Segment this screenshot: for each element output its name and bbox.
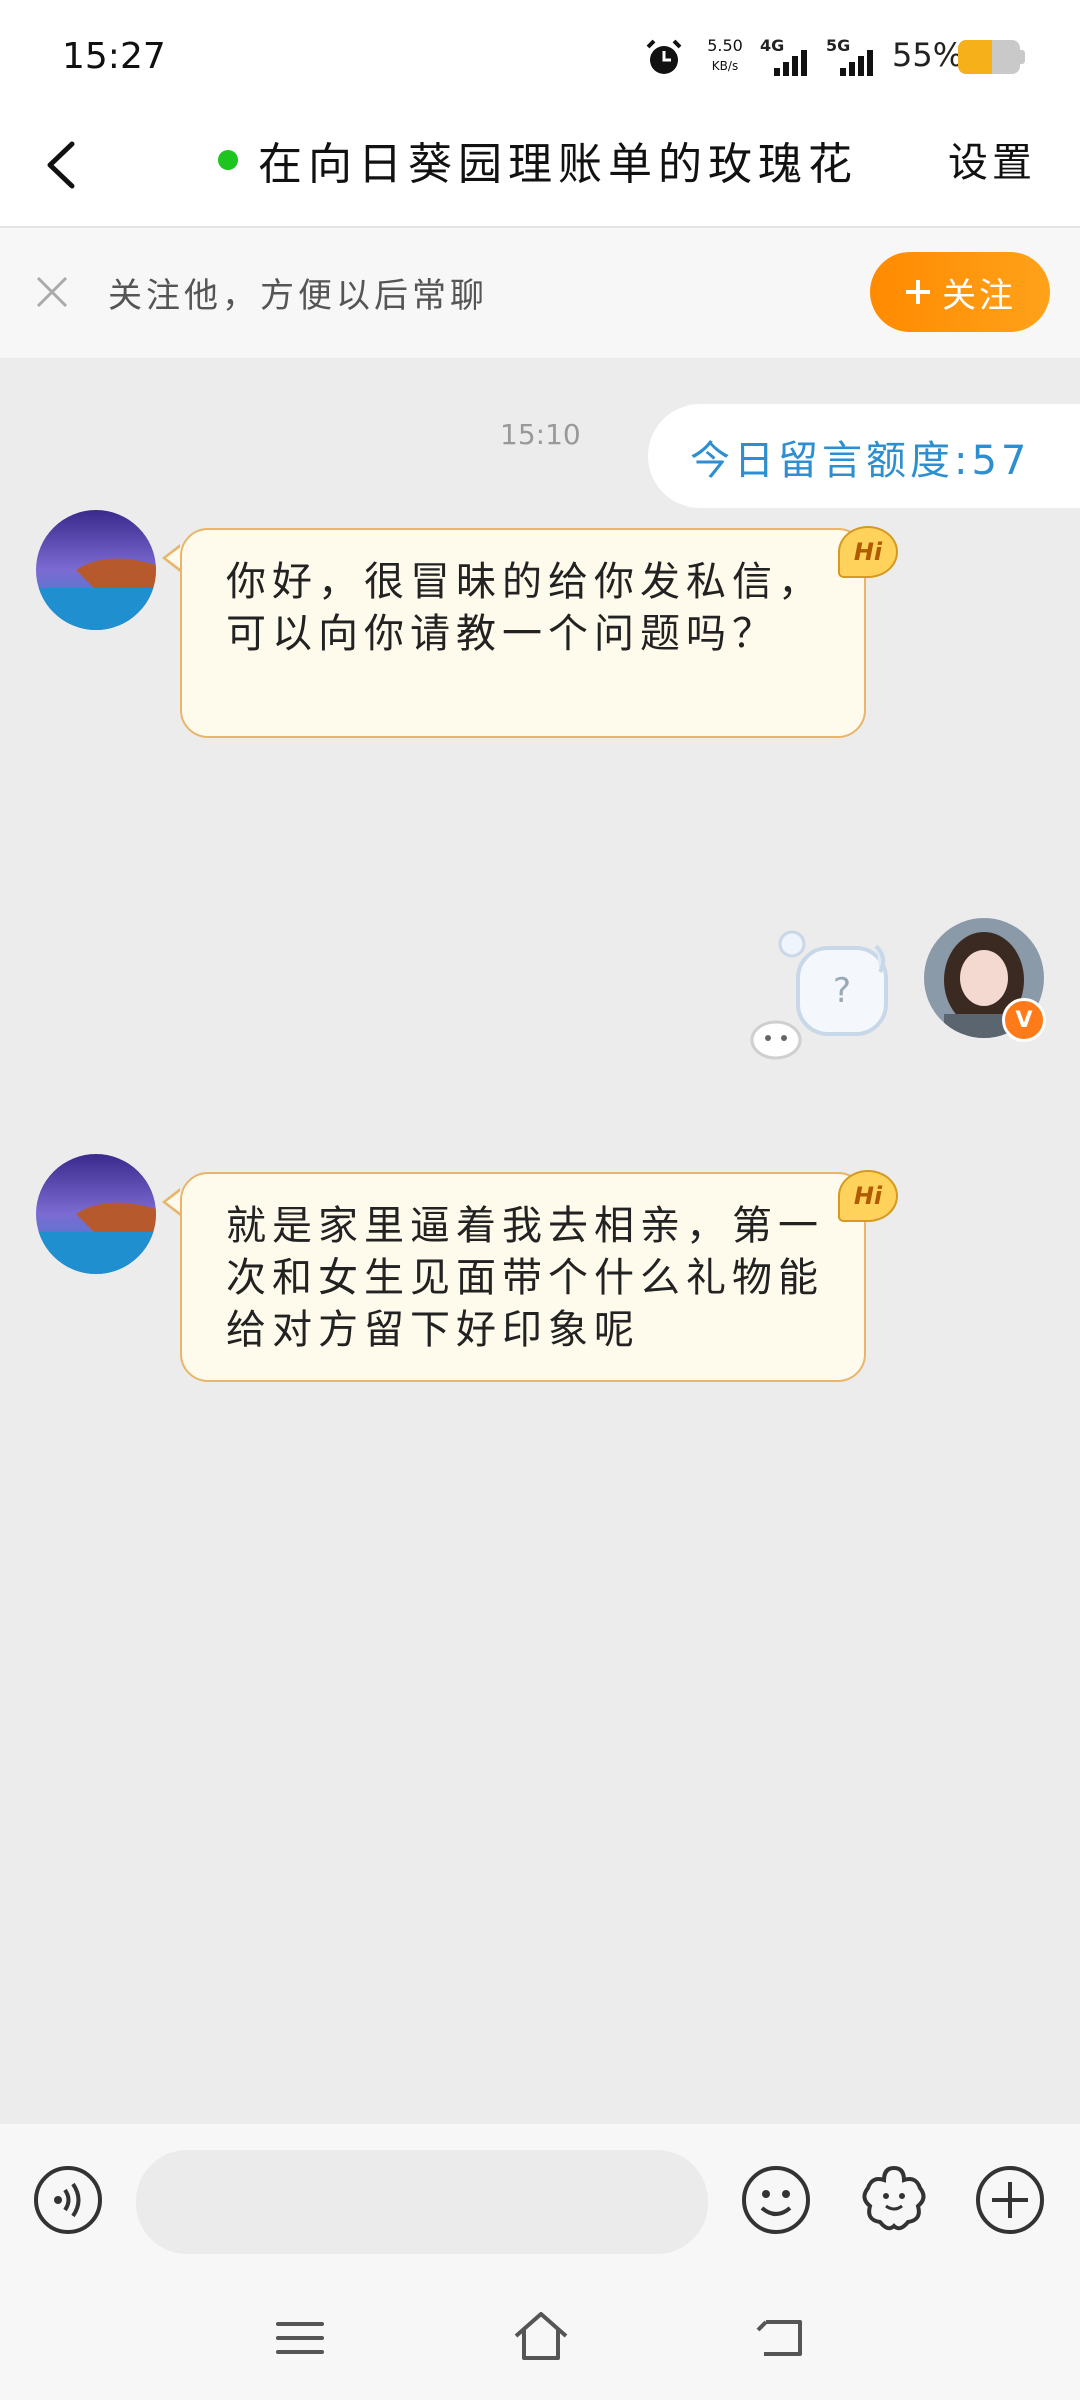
follow-button[interactable]: 关注: [870, 252, 1050, 332]
avatar[interactable]: [36, 1154, 156, 1274]
network-speed-value: 5.50: [707, 36, 743, 55]
verified-badge: V: [1002, 998, 1046, 1042]
sticker-question-mark: ?: [833, 971, 851, 1011]
signal-bars-icon: [840, 50, 876, 76]
battery-icon: [958, 40, 1020, 74]
settings-button[interactable]: 设置: [948, 130, 1036, 188]
menu-icon[interactable]: [272, 2310, 328, 2366]
battery-percent: 55%: [892, 36, 964, 74]
hi-badge: Hi: [838, 1170, 898, 1222]
follow-hint: 关注他，方便以后常聊: [108, 276, 488, 316]
voice-icon[interactable]: [32, 2164, 104, 2236]
alarm-icon: [646, 39, 682, 74]
home-icon[interactable]: [510, 2306, 572, 2366]
battery-cap: [1020, 50, 1025, 64]
plus-icon[interactable]: [974, 2164, 1046, 2236]
back-icon[interactable]: [752, 2308, 810, 2366]
close-icon[interactable]: [32, 272, 72, 312]
network-speed: 5.50 KB/s: [700, 36, 750, 76]
message-timestamp: 15:10: [500, 418, 581, 451]
network-speed-unit: KB/s: [711, 59, 739, 73]
chat-title: 在向日葵园理账单的玫瑰花: [258, 139, 858, 190]
plus-icon: [906, 280, 930, 304]
back-button[interactable]: [30, 130, 100, 200]
battery-fill: [958, 40, 993, 74]
follow-button-label: 关注: [942, 275, 1016, 316]
avatar[interactable]: [36, 510, 156, 630]
message-text: 就是家里逼着我去相亲，第一次和女生见面带个什么礼物能给对方留下好印象呢: [226, 1203, 824, 1353]
emoji-icon[interactable]: [740, 2164, 812, 2236]
question-sticker[interactable]: ?: [746, 928, 896, 1064]
signal-4g: 4G: [760, 36, 820, 78]
signal-5g: 5G: [826, 36, 886, 78]
online-status-dot: [218, 150, 238, 170]
hi-badge: Hi: [838, 526, 898, 578]
message-text: 你好，很冒昧的给你发私信，可以向你请教一个问题吗？: [226, 559, 824, 657]
sticker-flower-icon[interactable]: [858, 2162, 930, 2234]
status-time: 15:27: [62, 36, 166, 77]
signal-bars-icon: [774, 50, 810, 76]
message-input[interactable]: [136, 2150, 708, 2254]
quota-text: 今日留言额度:57: [690, 438, 1031, 484]
